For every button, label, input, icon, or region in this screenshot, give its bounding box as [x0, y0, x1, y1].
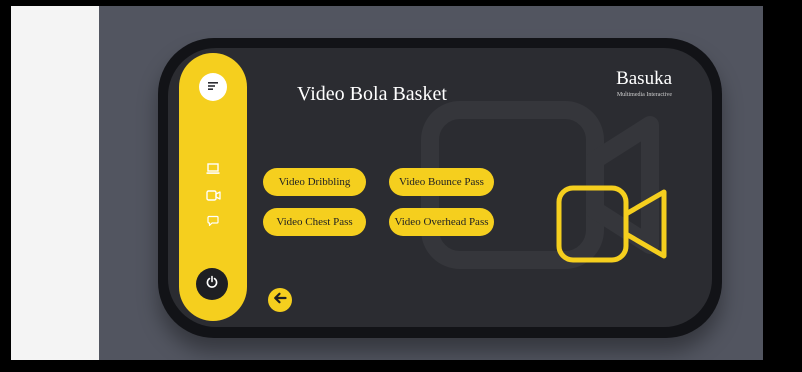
brand-tagline: Multimedia Interactive — [616, 92, 672, 98]
back-button[interactable] — [268, 288, 292, 312]
app-screen: Video Bola Basket Basuka Multimedia Inte… — [168, 48, 712, 327]
video-icon[interactable] — [205, 187, 221, 203]
brand-block: Basuka Multimedia Interactive — [616, 68, 672, 98]
sidebar — [179, 53, 247, 321]
power-button[interactable] — [196, 268, 228, 300]
video-camera-icon — [556, 185, 667, 263]
power-icon — [205, 275, 219, 294]
video-overhead-pass-button[interactable]: Video Overhead Pass — [389, 208, 494, 236]
video-dribbling-button[interactable]: Video Dribbling — [263, 168, 366, 196]
chat-icon[interactable] — [205, 213, 221, 229]
brand-name: Basuka — [616, 68, 672, 89]
video-bounce-pass-button[interactable]: Video Bounce Pass — [389, 168, 494, 196]
device-frame: Video Bola Basket Basuka Multimedia Inte… — [158, 38, 722, 338]
menu-button[interactable] — [199, 73, 227, 101]
video-chest-pass-button[interactable]: Video Chest Pass — [263, 208, 366, 236]
arrow-left-icon — [273, 291, 287, 309]
laptop-icon[interactable] — [205, 161, 221, 177]
menu-icon — [207, 78, 219, 96]
stage: Video Bola Basket Basuka Multimedia Inte… — [11, 6, 763, 360]
